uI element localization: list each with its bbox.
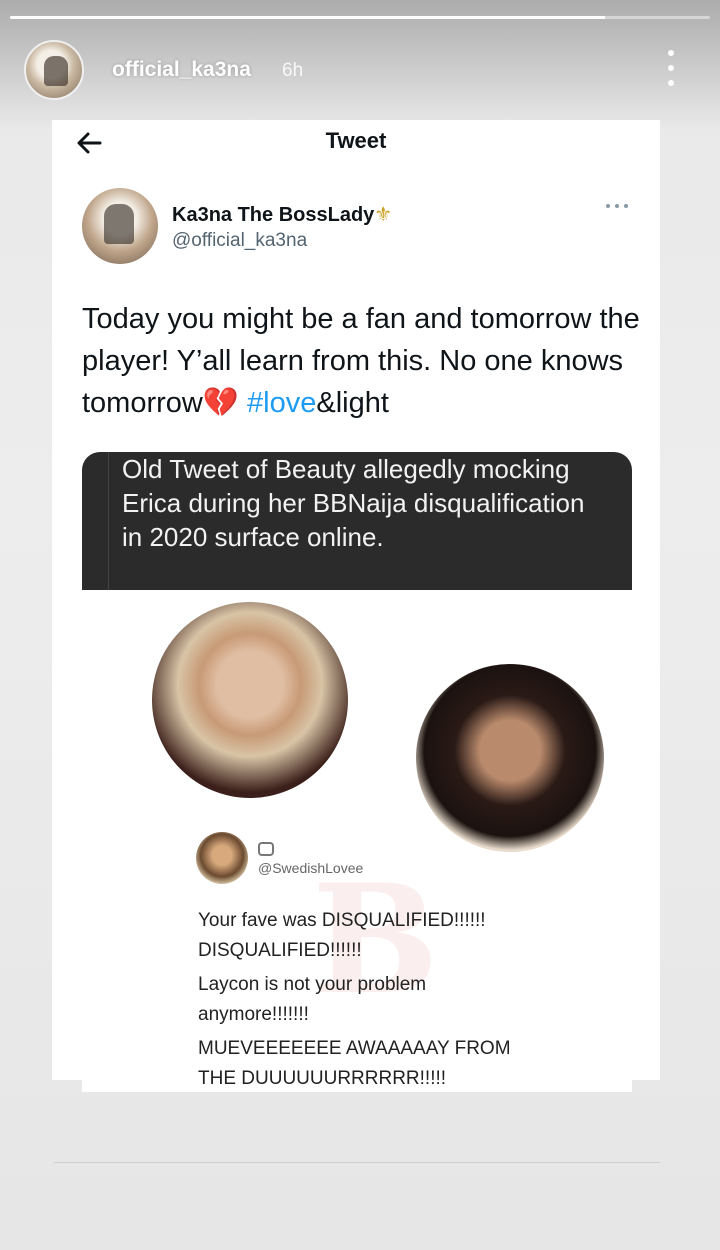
tweet-text: Today you might be a fan and tomorrow th… <box>82 298 642 424</box>
portrait-photo-left <box>152 602 348 798</box>
story-progress-bar <box>10 16 710 19</box>
vertical-dots-icon[interactable] <box>664 50 678 86</box>
embedded-tweet-avatar <box>196 832 248 884</box>
story-header: official_ka3na 6h <box>24 40 704 102</box>
tweet-nav-bar: Tweet <box>52 120 660 180</box>
embedded-line: Your fave was DISQUALIFIED!!!!!! DISQUAL… <box>198 910 486 961</box>
author-handle[interactable]: @official_ka3na <box>172 230 307 252</box>
embedded-tweet-handle: @SwedishLovee <box>258 860 364 876</box>
tweet-screenshot: Tweet Ka3na The BossLady⚜ @official_ka3n… <box>52 120 660 1092</box>
media-caption-bar: Old Tweet of Beauty allegedly mocking Er… <box>82 452 632 590</box>
tweet-body-tail: &light <box>316 387 389 419</box>
author-display-name[interactable]: Ka3na The BossLady⚜ <box>172 202 392 227</box>
author-avatar[interactable] <box>82 188 158 264</box>
media-caption: Old Tweet of Beauty allegedly mocking Er… <box>122 454 585 552</box>
nav-title: Tweet <box>325 128 387 153</box>
story-username[interactable]: official_ka3na <box>112 58 251 82</box>
embedded-tweet-text: Your fave was DISQUALIFIED!!!!!! DISQUAL… <box>198 906 618 1092</box>
badge-icon <box>258 842 274 856</box>
bottom-divider <box>54 1162 660 1163</box>
embedded-line: MUEVEEEEEEE AWAAAAAY FROM THE DUUUUUURRR… <box>198 1038 511 1089</box>
embedded-line: Laycon is not your problem anymore!!!!!!… <box>198 974 427 1025</box>
caption-divider <box>108 452 109 590</box>
fleur-de-lis-icon: ⚜ <box>374 204 393 226</box>
hashtag-link[interactable]: #love <box>247 387 316 419</box>
story-progress-fill <box>10 16 605 19</box>
tweet-media-image[interactable]: Old Tweet of Beauty allegedly mocking Er… <box>82 452 632 1092</box>
story-avatar[interactable] <box>24 40 84 100</box>
horizontal-dots-icon[interactable] <box>606 204 628 210</box>
author-name-text: Ka3na The BossLady <box>172 204 375 226</box>
story-timestamp: 6h <box>282 60 304 81</box>
portrait-photo-right <box>416 664 604 852</box>
